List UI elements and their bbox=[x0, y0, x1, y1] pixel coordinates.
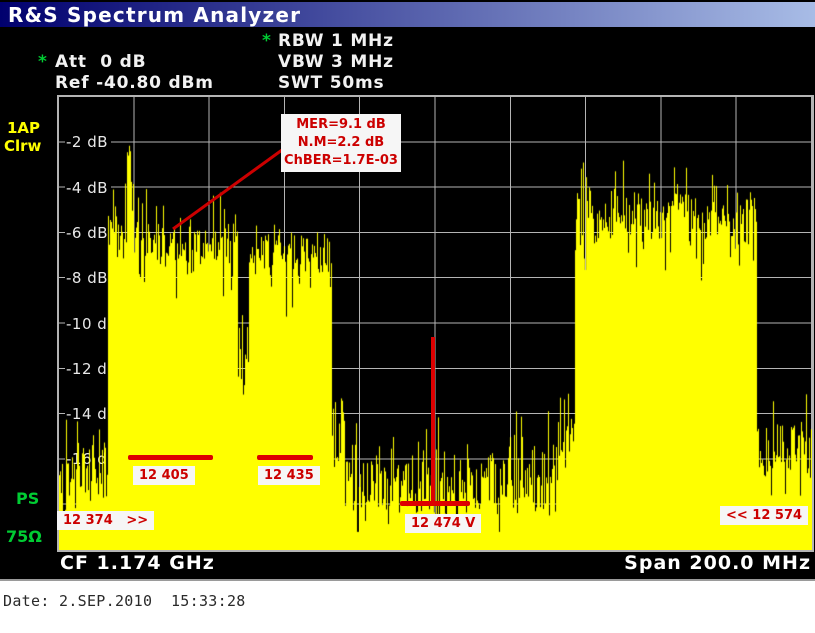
date-line: Date: 2.SEP.2010 15:33:28 bbox=[3, 592, 246, 610]
swt-readout: SWT 50ms bbox=[278, 73, 384, 93]
vbw-readout: VBW 3 MHz bbox=[278, 52, 394, 72]
right-edge-frequency-label: << 12 574 bbox=[720, 506, 808, 525]
impedance-indicator: 75Ω bbox=[6, 527, 42, 546]
channel-bar-12405 bbox=[128, 455, 213, 460]
annotation-pointer-line bbox=[173, 150, 282, 229]
left-edge-frequency-label: 12 374 >> bbox=[57, 511, 154, 530]
channel-label-12435: 12 435 bbox=[258, 466, 320, 485]
title-bar: R&S Spectrum Analyzer bbox=[0, 2, 815, 27]
chber-value: ChBER=1.7E-03 bbox=[283, 152, 399, 170]
rbw-coupled-star: * bbox=[262, 31, 271, 51]
ref-level-readout: Ref -40.80 dBm bbox=[55, 73, 214, 93]
channel-label-12405: 12 405 bbox=[133, 466, 195, 485]
page: R&S Spectrum Analyzer * RBW 1 MHz * Att … bbox=[0, 0, 815, 633]
mer-value: MER=9.1 dB bbox=[283, 116, 399, 134]
att-coupled-star: * bbox=[38, 52, 47, 72]
analyzer-screen: R&S Spectrum Analyzer * RBW 1 MHz * Att … bbox=[0, 0, 815, 581]
vertical-marker-label: 12 474 V bbox=[405, 514, 481, 533]
channel-bar-12435 bbox=[257, 455, 313, 460]
vertical-marker-base-bar bbox=[400, 501, 470, 506]
trace-mode-label: Clrw bbox=[4, 137, 41, 155]
spectrum-graph: -2 dB-4 dB-6 dB-8 dB-10 dB-12 dB-14 dB-1… bbox=[57, 95, 814, 552]
noise-margin-value: N.M=2.2 dB bbox=[283, 134, 399, 152]
measurement-annotation: MER=9.1 dB N.M=2.2 dB ChBER=1.7E-03 bbox=[281, 114, 401, 172]
span-readout: Span 200.0 MHz bbox=[624, 552, 811, 574]
vertical-marker-line bbox=[431, 337, 435, 505]
center-frequency-readout: CF 1.174 GHz bbox=[60, 552, 215, 574]
app-title: R&S Spectrum Analyzer bbox=[8, 3, 301, 27]
ps-indicator: PS bbox=[16, 489, 39, 508]
trace-detector-label: 1AP bbox=[7, 119, 40, 137]
rbw-readout: RBW 1 MHz bbox=[278, 31, 394, 51]
att-readout: Att 0 dB bbox=[55, 52, 146, 72]
